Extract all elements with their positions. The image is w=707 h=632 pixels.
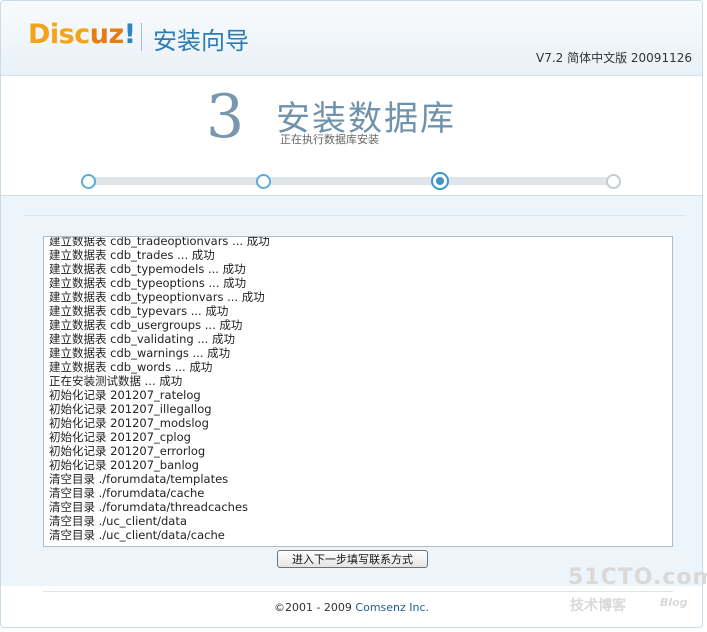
- divider: [25, 215, 685, 216]
- installer-window: Discuz! 安装向导 V7.2 简体中文版 20091126 3 安装数据库…: [0, 0, 703, 628]
- log-line: 建立数据表 cdb_tradeoptionvars ... 成功: [49, 236, 270, 248]
- watermark-tagline: 技术博客: [570, 598, 626, 614]
- log-line: 建立数据表 cdb_typemodels ... 成功: [49, 262, 246, 276]
- progress-step-1: [81, 174, 96, 189]
- log-line: 初始化记录 201207_cplog: [49, 430, 191, 444]
- log-line: 建立数据表 cdb_trades ... 成功: [49, 248, 215, 262]
- progress-track: [86, 177, 614, 185]
- progress-step-2: [256, 174, 271, 189]
- version-label: V7.2 简体中文版 20091126: [535, 51, 692, 65]
- log-line: 清空目录 ./forumdata/cache: [49, 486, 205, 500]
- watermark-site: 51CTO.com: [568, 565, 707, 590]
- progress-step-4: [606, 174, 621, 189]
- watermark: 51CTO.com 技术博客 Blog: [568, 565, 707, 614]
- log-line: 清空目录 ./forumdata/threadcaches: [49, 500, 249, 514]
- log-line: 建立数据表 cdb_words ... 成功: [49, 360, 213, 374]
- log-line: 清空目录 ./uc_client/data: [49, 514, 187, 528]
- copyright-text: ©2001 - 2009: [273, 601, 356, 614]
- log-line: 建立数据表 cdb_warnings ... 成功: [49, 346, 231, 360]
- header-title: 安装向导: [153, 27, 249, 55]
- log-line: 建立数据表 cdb_typeoptionvars ... 成功: [49, 290, 265, 304]
- log-line: 清空目录 ./uc_client/data/cache: [49, 528, 225, 542]
- log-line: 建立数据表 cdb_validating ... 成功: [49, 332, 235, 346]
- discuz-logo: Discuz!: [28, 19, 136, 50]
- footer-divider: [43, 591, 673, 592]
- log-line: 初始化记录 201207_ratelog: [49, 388, 201, 402]
- log-line: 正在安装测试数据 ... 成功: [49, 374, 183, 388]
- log-line: 建立数据表 cdb_typevars ... 成功: [49, 304, 229, 318]
- header: Discuz! 安装向导 V7.2 简体中文版 20091126: [1, 1, 702, 76]
- company-name: Comsenz Inc.: [355, 601, 430, 614]
- step-subtitle: 正在执行数据库安装: [280, 133, 379, 146]
- watermark-blog: Blog: [660, 596, 688, 609]
- log-line: 初始化记录 201207_banlog: [49, 458, 199, 472]
- step-number: 3: [206, 82, 245, 152]
- progress-step-3-current: [431, 172, 449, 190]
- header-divider: [141, 23, 142, 51]
- install-log-list: 建立数据表 cdb_tradeoptionvars ... 成功 建立数据表 cd…: [44, 236, 270, 542]
- log-line: 建立数据表 cdb_typeoptions ... 成功: [49, 276, 247, 290]
- log-line: 初始化记录 201207_errorlog: [49, 444, 206, 458]
- next-step-button[interactable]: 进入下一步填写联系方式: [277, 550, 428, 568]
- log-line: 初始化记录 201207_illegallog: [49, 402, 212, 416]
- log-line: 初始化记录 201207_modslog: [49, 416, 209, 430]
- log-line: 建立数据表 cdb_usergroups ... 成功: [49, 318, 243, 332]
- log-line: 清空目录 ./forumdata/templates: [49, 472, 229, 486]
- install-log[interactable]: 建立数据表 cdb_tradeoptionvars ... 成功 建立数据表 cd…: [43, 236, 673, 547]
